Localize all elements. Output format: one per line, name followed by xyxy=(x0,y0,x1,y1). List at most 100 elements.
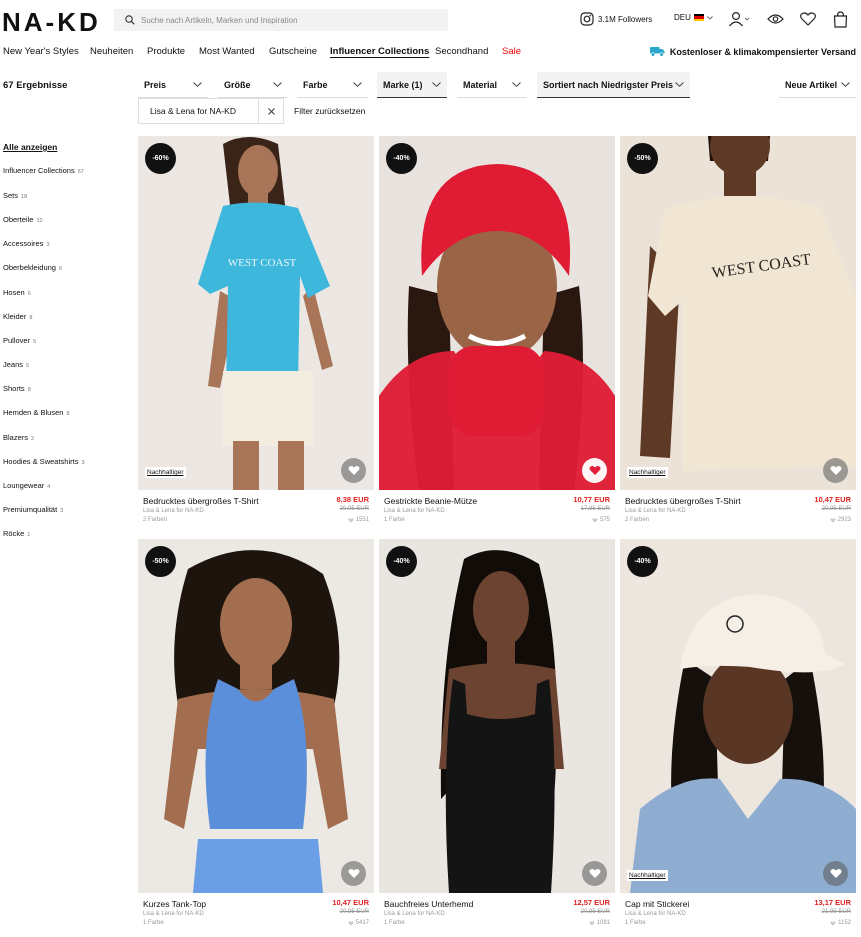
product-brand: Lisa & Lena for NA-KD xyxy=(625,508,686,514)
search-input[interactable]: Suche nach Artikeln, Marken und Inspirat… xyxy=(114,9,448,31)
product-name[interactable]: Cap mit Stickerei xyxy=(625,899,689,909)
wishlist-button[interactable] xyxy=(341,458,366,483)
eye-icon[interactable] xyxy=(767,12,784,26)
search-icon xyxy=(125,15,135,25)
wishlist-button[interactable] xyxy=(823,458,848,483)
product-image[interactable]: WEST COAST -50% Nachhaltiger xyxy=(620,136,856,490)
filter-material[interactable]: Material xyxy=(457,72,527,98)
product-image[interactable]: -50% xyxy=(138,539,374,893)
wishlist-button[interactable] xyxy=(582,458,607,483)
sidebar-item-count: 67 xyxy=(77,169,84,175)
sidebar-item-influencer-collections[interactable]: Influencer Collections 67 xyxy=(3,166,84,175)
chevron-down-icon xyxy=(675,82,684,87)
sidebar-item-pullover[interactable]: Pullover 5 xyxy=(3,336,36,345)
filter-groesse[interactable]: Größe xyxy=(218,72,288,98)
sidebar-item-label: Oberteile xyxy=(3,215,34,224)
heart-icon[interactable] xyxy=(800,12,816,26)
site-logo[interactable]: NA-KD xyxy=(2,9,101,35)
product-photo-illustration xyxy=(620,539,856,893)
product-brand: Lisa & Lena for NA-KD xyxy=(143,508,204,514)
bag-icon[interactable] xyxy=(833,11,848,28)
product-name[interactable]: Bedrucktes übergroßes T-Shirt xyxy=(625,496,741,506)
sidebar-item-accessoires[interactable]: Accessoires 3 xyxy=(3,239,50,248)
likes-count: 5417 xyxy=(355,920,369,926)
heart-icon xyxy=(588,868,601,879)
product-name[interactable]: Bauchfreies Unterhemd xyxy=(384,899,473,909)
close-icon[interactable] xyxy=(258,99,283,123)
nav-influencer-collections[interactable]: Influencer Collections xyxy=(330,46,429,57)
sustainable-tag[interactable]: Nachhaltiger xyxy=(627,870,668,881)
sustainable-tag[interactable]: Nachhaltiger xyxy=(145,467,186,478)
sidebar-item-jeans[interactable]: Jeans 5 xyxy=(3,360,29,369)
sidebar-item-shorts[interactable]: Shorts 8 xyxy=(3,384,31,393)
sort-label: Sortiert nach Niedrigster Preis xyxy=(543,79,674,90)
sidebar-item-oberbekleidung[interactable]: Oberbekleidung 6 xyxy=(3,263,62,272)
sidebar-item-label: Premiumqualität xyxy=(3,505,58,514)
wishlist-button[interactable] xyxy=(341,861,366,886)
instagram-link[interactable]: 3.1M Followers xyxy=(580,12,652,26)
sidebar-item-oberteile[interactable]: Oberteile 12 xyxy=(3,215,43,224)
product-brand: Lisa & Lena for NA-KD xyxy=(384,911,445,917)
german-flag-icon xyxy=(693,14,704,21)
nav-most-wanted[interactable]: Most Wanted xyxy=(199,46,255,57)
filter-marke[interactable]: Marke (1) xyxy=(377,72,447,98)
sidebar-item-hemden-blusen[interactable]: Hemden & Blusen 8 xyxy=(3,408,70,417)
sidebar-item-count: 4 xyxy=(47,484,51,490)
sidebar-item-count: 6 xyxy=(58,266,63,272)
sidebar-item-loungewear[interactable]: Loungewear 4 xyxy=(3,481,50,490)
nav-new-years-styles[interactable]: New Year's Styles xyxy=(3,46,79,57)
sidebar-item-hosen[interactable]: Hosen 6 xyxy=(3,288,31,297)
sidebar-item-count: 5 xyxy=(33,339,37,345)
sidebar-item-roecke[interactable]: Röcke 1 xyxy=(3,529,30,538)
reset-filters-link[interactable]: Filter zurücksetzen xyxy=(294,106,365,116)
product-card[interactable]: WEST COAST -60% Nachhaltiger Bedrucktes … xyxy=(138,136,374,530)
show-all-link[interactable]: Alle anzeigen xyxy=(3,142,57,152)
sidebar-item-label: Röcke xyxy=(3,529,25,538)
product-image[interactable]: -40% xyxy=(379,136,615,490)
product-image[interactable]: -40% xyxy=(379,539,615,893)
nav-gutscheine[interactable]: Gutscheine xyxy=(269,46,317,57)
product-image[interactable]: -40% Nachhaltiger xyxy=(620,539,856,893)
user-icon[interactable] xyxy=(728,11,750,27)
product-name[interactable]: Bedrucktes übergroßes T-Shirt xyxy=(143,496,259,506)
product-card[interactable]: -40% Bauchfreies Unterhemd Lisa & Lena f… xyxy=(379,539,615,933)
nav-secondhand[interactable]: Secondhand xyxy=(435,46,488,57)
product-brand: Lisa & Lena for NA-KD xyxy=(384,508,445,514)
language-selector[interactable]: DEU xyxy=(674,13,713,22)
nav-neuheiten[interactable]: Neuheiten xyxy=(90,46,133,57)
sidebar-item-count: 12 xyxy=(36,218,43,224)
sidebar-item-sets[interactable]: Sets 18 xyxy=(3,191,27,200)
sidebar-item-kleider[interactable]: Kleider 8 xyxy=(3,312,32,321)
shipping-info[interactable]: Kostenloser & klimakompensierter Versand xyxy=(649,46,856,57)
nav-sale[interactable]: Sale xyxy=(502,46,521,57)
filter-preis[interactable]: Preis xyxy=(138,72,208,98)
nav-produkte[interactable]: Produkte xyxy=(147,46,185,57)
instagram-followers: 3.1M Followers xyxy=(598,14,653,24)
product-card[interactable]: -50% Kurzes Tank-Top Lisa & Lena for NA-… xyxy=(138,539,374,933)
wishlist-button[interactable] xyxy=(823,861,848,886)
product-name[interactable]: Kurzes Tank-Top xyxy=(143,899,206,909)
sidebar-item-blazers[interactable]: Blazers 2 xyxy=(3,433,34,442)
chevron-down-icon xyxy=(432,82,441,87)
sidebar-item-hoodies-sweatshirts[interactable]: Hoodies & Sweatshirts 3 xyxy=(3,457,85,466)
sidebar-item-premiumqualitaet[interactable]: Premiumqualität 3 xyxy=(3,505,63,514)
sidebar-item-label: Hoodies & Sweatshirts xyxy=(3,457,79,466)
sidebar-item-label: Pullover xyxy=(3,336,31,345)
sidebar-item-label: Loungewear xyxy=(3,481,45,490)
likes-count: 1551 xyxy=(355,517,369,523)
sort-dropdown[interactable]: Sortiert nach Niedrigster Preis xyxy=(537,72,690,98)
product-old-price: 17,95 EUR xyxy=(580,506,610,512)
heart-icon xyxy=(589,920,595,926)
sidebar-item-label: Hosen xyxy=(3,288,25,297)
product-image[interactable]: WEST COAST -60% Nachhaltiger xyxy=(138,136,374,490)
product-card[interactable]: -40% Nachhaltiger Cap mit Stickerei Lisa… xyxy=(620,539,856,933)
sustainable-tag[interactable]: Nachhaltiger xyxy=(627,467,668,478)
product-card[interactable]: -40% Gestrickte Beanie-Mütze Lisa & Lena… xyxy=(379,136,615,530)
likes-count: 1081 xyxy=(596,920,610,926)
product-name[interactable]: Gestrickte Beanie-Mütze xyxy=(384,496,477,506)
wishlist-button[interactable] xyxy=(582,861,607,886)
product-card[interactable]: WEST COAST -50% Nachhaltiger Bedrucktes … xyxy=(620,136,856,530)
product-price: 13,17 EUR xyxy=(814,898,851,907)
new-items-toggle[interactable]: Neue Artikel xyxy=(779,72,856,98)
filter-farbe[interactable]: Farbe xyxy=(297,72,368,98)
